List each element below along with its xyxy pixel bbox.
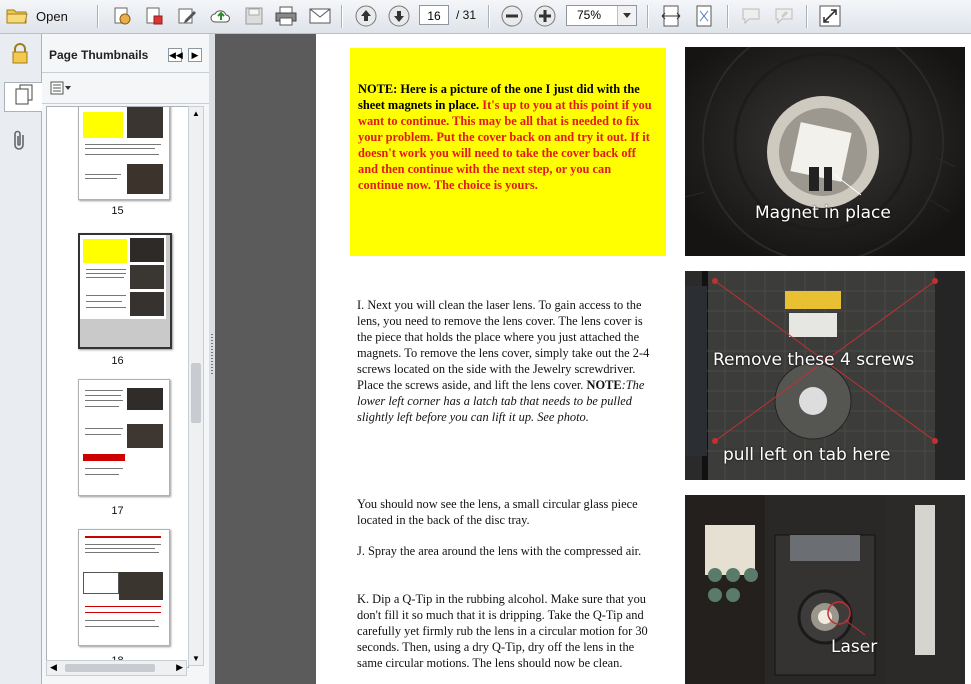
fit-page-icon bbox=[694, 5, 714, 27]
save-icon bbox=[245, 7, 263, 25]
screws-photo: Remove these 4 screws pull left on tab h… bbox=[685, 271, 965, 480]
page-number-input[interactable]: 16 bbox=[419, 5, 449, 25]
thumbnail-page[interactable] bbox=[78, 107, 170, 200]
zoom-select[interactable]: 75% bbox=[566, 5, 637, 26]
photo-caption: pull left on tab here bbox=[723, 445, 891, 465]
convert-icon bbox=[144, 6, 164, 26]
open-label: Open bbox=[36, 8, 68, 24]
save-button[interactable] bbox=[243, 4, 265, 28]
thumbnails-panel: Page Thumbnails ◀◀ ▶ 15 16 17 ▲ ▼ ◀ ▶ bbox=[42, 34, 210, 684]
toolbar-separator bbox=[488, 5, 489, 28]
laser-photo: Laser bbox=[685, 495, 965, 684]
toolbar: Open 16 / 31 75% bbox=[0, 0, 971, 34]
note-red-text: It's up to you at this point if you want… bbox=[358, 98, 652, 192]
fit-width-icon bbox=[661, 5, 681, 27]
step-j-paragraph: J. Spray the area around the lens with t… bbox=[357, 544, 642, 558]
page-thumbnails-button[interactable] bbox=[4, 82, 42, 112]
collapse-panel-button[interactable]: ◀◀ bbox=[168, 48, 183, 62]
chevron-left-icon[interactable]: ◀ bbox=[50, 662, 57, 673]
security-button[interactable] bbox=[6, 42, 34, 70]
previous-page-button[interactable] bbox=[353, 4, 379, 28]
lens-paragraph: You should now see the lens, a small cir… bbox=[357, 497, 638, 527]
thumbnail-horizontal-scrollbar[interactable]: ◀ ▶ bbox=[46, 660, 187, 676]
thumbnails-toolbar bbox=[42, 73, 209, 104]
pages-icon bbox=[15, 84, 33, 111]
upload-button[interactable] bbox=[208, 4, 234, 28]
photo-caption: Laser bbox=[831, 637, 878, 657]
thumbnail-label: 16 bbox=[111, 355, 124, 367]
fullscreen-button[interactable] bbox=[817, 4, 843, 28]
folder-icon bbox=[6, 7, 28, 25]
edit-button[interactable] bbox=[175, 4, 199, 28]
zoom-out-button[interactable] bbox=[499, 4, 525, 28]
chevron-up-icon[interactable]: ▲ bbox=[192, 109, 200, 118]
note-box: NOTE: Here is a picture of the one I jus… bbox=[350, 48, 666, 256]
magnet-photo: Magnet in place bbox=[685, 47, 965, 256]
highlight-button[interactable] bbox=[771, 4, 797, 28]
expand-panel-button[interactable]: ▶ bbox=[188, 48, 202, 62]
options-list-icon bbox=[50, 81, 72, 99]
step-i-note-label: NOTE bbox=[586, 378, 622, 392]
upload-icon bbox=[210, 7, 232, 25]
page-up-icon bbox=[355, 5, 377, 27]
print-button[interactable] bbox=[273, 4, 299, 28]
magnet-photo-image bbox=[685, 47, 965, 256]
toolbar-separator bbox=[97, 5, 98, 28]
fit-page-button[interactable] bbox=[691, 4, 717, 28]
open-button[interactable]: Open bbox=[6, 4, 78, 28]
page-down-icon bbox=[388, 5, 410, 27]
highlight-icon bbox=[774, 7, 794, 25]
chevron-down-icon[interactable]: ▼ bbox=[192, 654, 200, 663]
options-button[interactable] bbox=[50, 81, 72, 100]
scrollbar-thumb[interactable] bbox=[191, 363, 201, 423]
thumbnails-header: Page Thumbnails ◀◀ ▶ bbox=[42, 34, 209, 73]
chevron-right-icon[interactable]: ▶ bbox=[176, 662, 183, 673]
zoom-out-icon bbox=[501, 5, 523, 27]
toolbar-separator bbox=[341, 5, 342, 28]
page-total: / 31 bbox=[456, 8, 477, 22]
note-text: NOTE: Here is a picture of the one I jus… bbox=[358, 81, 658, 193]
thumbnail-vertical-scrollbar[interactable]: ▲ ▼ bbox=[188, 106, 204, 666]
edit-icon bbox=[177, 6, 197, 26]
create-pdf-icon bbox=[112, 6, 132, 26]
thumbnail-page[interactable] bbox=[78, 379, 170, 496]
comment-button[interactable] bbox=[738, 4, 764, 28]
double-chevron-left-icon: ◀◀ bbox=[169, 50, 183, 60]
laser-photo-image bbox=[685, 495, 965, 684]
navigation-rail bbox=[0, 34, 42, 684]
email-button[interactable] bbox=[307, 4, 333, 28]
step-i-paragraph: I. Next you will clean the laser lens. T… bbox=[357, 297, 657, 425]
create-pdf-button[interactable] bbox=[110, 4, 134, 28]
zoom-in-icon bbox=[534, 5, 556, 27]
thumbnail-label: 17 bbox=[111, 505, 124, 517]
panel-title: Page Thumbnails bbox=[49, 48, 149, 62]
zoom-value: 75% bbox=[577, 8, 602, 22]
thumbnail-list: 15 16 17 bbox=[46, 106, 189, 668]
fit-width-button[interactable] bbox=[658, 4, 684, 28]
email-icon bbox=[309, 8, 331, 24]
attachments-button[interactable] bbox=[6, 128, 34, 156]
comment-icon bbox=[741, 7, 761, 25]
convert-button[interactable] bbox=[142, 4, 166, 28]
thumbnail-label: 15 bbox=[111, 205, 124, 217]
next-page-button[interactable] bbox=[386, 4, 412, 28]
toolbar-separator bbox=[647, 5, 648, 28]
photo-caption: Remove these 4 screws bbox=[713, 350, 915, 370]
step-k-paragraph: K. Dip a Q-Tip in the rubbing alcohol. M… bbox=[357, 592, 648, 670]
thumbnail-page[interactable] bbox=[78, 529, 170, 646]
paperclip-icon bbox=[12, 129, 28, 156]
print-icon bbox=[275, 6, 297, 26]
chevron-down-icon[interactable] bbox=[617, 6, 636, 25]
photo-caption: Magnet in place bbox=[755, 203, 891, 223]
thumbnail-page-selected[interactable] bbox=[78, 233, 172, 349]
chevron-right-icon: ▶ bbox=[191, 50, 199, 60]
lock-icon bbox=[11, 42, 29, 70]
toolbar-separator bbox=[727, 5, 728, 28]
fullscreen-icon bbox=[819, 5, 841, 27]
scrollbar-thumb[interactable] bbox=[65, 664, 155, 672]
toolbar-separator bbox=[806, 5, 807, 28]
zoom-in-button[interactable] bbox=[532, 4, 558, 28]
